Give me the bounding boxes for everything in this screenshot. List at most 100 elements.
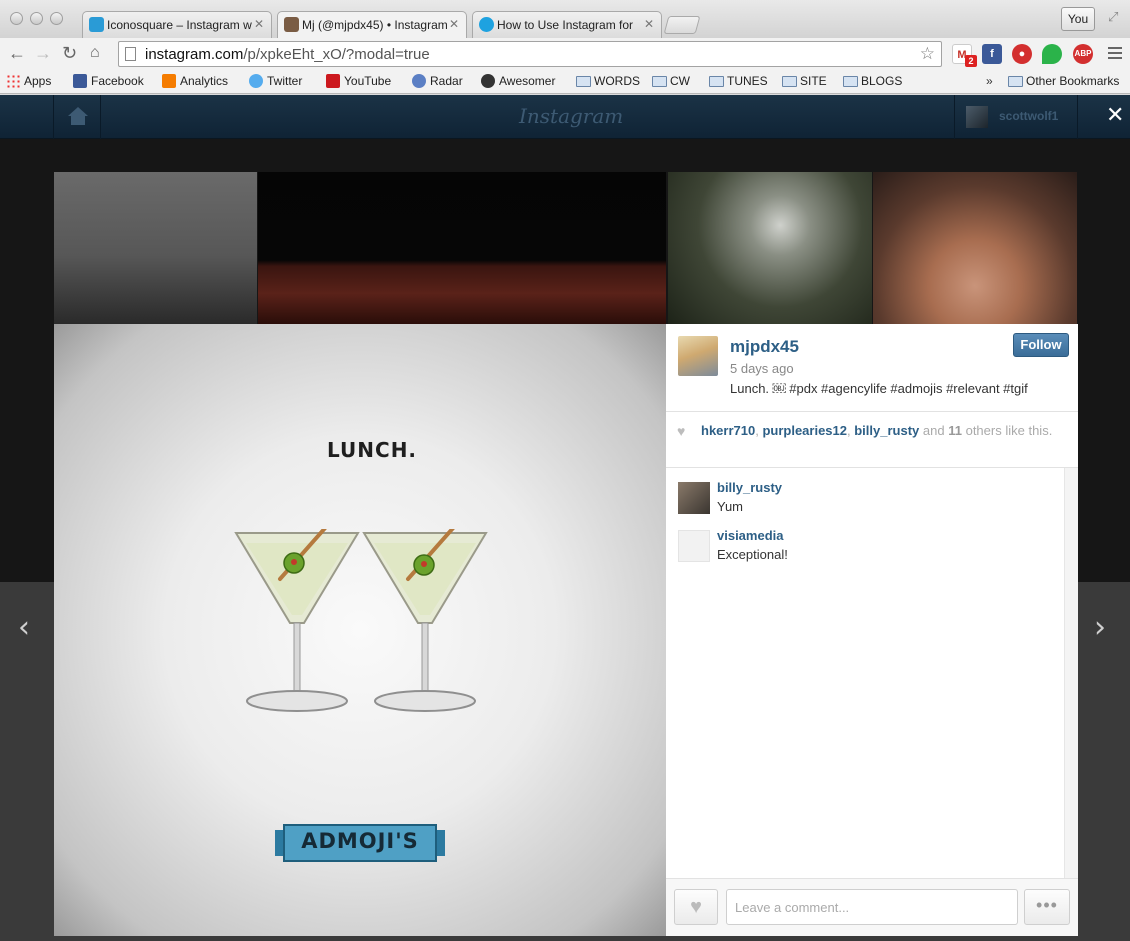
owner-username[interactable]: mjpdx45: [730, 337, 799, 357]
martini-glass-icon: [362, 529, 488, 712]
new-tab-button[interactable]: [663, 16, 701, 34]
bookmark-apps[interactable]: Apps: [6, 74, 51, 88]
window-zoom-button[interactable]: [50, 12, 63, 25]
bookmark-folder-tunes[interactable]: TUNES: [709, 74, 768, 88]
grid-thumb-city[interactable]: [54, 172, 257, 324]
apps-grid-icon: [6, 74, 20, 88]
window-minimize-button[interactable]: [30, 12, 43, 25]
post-info-panel: mjpdx45 5 days ago Lunch. ￼ #pdx #agency…: [666, 324, 1078, 936]
comment-username[interactable]: billy_rusty: [717, 480, 782, 495]
photo-lunch-text: LUNCH.: [327, 438, 418, 462]
tab-close-icon[interactable]: ✕: [644, 17, 654, 31]
facebook-extension-icon[interactable]: f: [982, 44, 1002, 64]
browser-tab-iconosquare[interactable]: Iconosquare – Instagram w ✕: [82, 11, 272, 38]
bookmark-folder-blogs[interactable]: BLOGS: [843, 74, 902, 88]
current-user-avatar: [966, 106, 988, 128]
window-close-button[interactable]: [10, 12, 23, 25]
comment-username[interactable]: visiamedia: [717, 528, 784, 543]
current-user-menu[interactable]: scottwolf1: [954, 95, 1078, 139]
tab-title: Iconosquare – Instagram w: [107, 18, 252, 32]
bookmark-awesomer[interactable]: Awesomer: [481, 74, 555, 88]
commenter-avatar[interactable]: [678, 530, 710, 562]
previous-arrow-icon[interactable]: ‹: [18, 610, 30, 645]
liker-link[interactable]: purplearies12: [762, 423, 847, 438]
instagram-page: Instagram scottwolf1 ✕ ‹ › LUNCH. ADMOJI…: [0, 95, 1130, 941]
awesomer-icon: [481, 74, 495, 88]
bookmark-folder-words[interactable]: WORDS: [576, 74, 640, 88]
liker-link[interactable]: billy_rusty: [854, 423, 919, 438]
like-button[interactable]: ♥: [674, 889, 718, 925]
comments-scrollbar[interactable]: [1064, 468, 1078, 878]
evernote-extension-icon[interactable]: [1042, 44, 1062, 64]
instagram-favicon-icon: [284, 17, 299, 32]
youtube-icon: [326, 74, 340, 88]
gmail-icon[interactable]: M 2: [952, 44, 977, 67]
stop-extension-icon[interactable]: ●: [1012, 44, 1032, 64]
bookmark-twitter[interactable]: Twitter: [249, 74, 302, 88]
bookmark-radar[interactable]: Radar: [412, 74, 463, 88]
next-arrow-icon[interactable]: ›: [1094, 610, 1106, 645]
gmail-badge: 2: [965, 55, 977, 67]
address-bar[interactable]: instagram.com/p/xpkeEht_xO/?modal=true ☆: [118, 41, 942, 67]
instagram-header: Instagram scottwolf1 ✕: [0, 95, 1130, 139]
site-favicon-icon: [479, 17, 494, 32]
tab-title: How to Use Instagram for: [497, 18, 634, 32]
adblock-icon[interactable]: ABP: [1073, 44, 1093, 64]
more-options-button[interactable]: •••: [1024, 889, 1070, 925]
bookmark-star-icon[interactable]: ☆: [920, 44, 935, 64]
folder-icon: [652, 76, 667, 87]
page-icon: [125, 47, 136, 61]
instagram-home-button[interactable]: [53, 95, 101, 139]
back-arrow-icon[interactable]: ←: [8, 44, 26, 62]
bookmarks-overflow-button[interactable]: »: [986, 74, 993, 88]
heart-icon: ♥: [690, 896, 702, 918]
close-modal-icon[interactable]: ✕: [1106, 102, 1124, 128]
liker-link[interactable]: hkerr710: [701, 423, 755, 438]
heart-icon: ♥: [677, 423, 686, 439]
comment-bar: ♥ •••: [666, 878, 1078, 936]
tab-close-icon[interactable]: ✕: [254, 17, 264, 31]
grid-thumb-room[interactable]: [258, 172, 666, 324]
instagram-logo[interactable]: Instagram: [519, 104, 623, 128]
bookmark-analytics[interactable]: Analytics: [162, 74, 228, 88]
post-timestamp[interactable]: 5 days ago: [730, 361, 794, 376]
bookmark-facebook[interactable]: Facebook: [73, 74, 144, 88]
browser-tab-instagram[interactable]: Mj (@mjpdx45) • Instagram ✕: [277, 11, 467, 38]
folder-icon: [576, 76, 591, 87]
browser-tab-how-to[interactable]: How to Use Instagram for ✕: [472, 11, 662, 38]
url-text[interactable]: instagram.com/p/xpkeEht_xO/?modal=true: [145, 46, 430, 63]
facebook-icon: [73, 74, 87, 88]
grid-thumb-waterfall[interactable]: [668, 172, 872, 324]
folder-icon: [782, 76, 797, 87]
comment-item: visiamedia Exceptional!: [678, 528, 1058, 568]
radar-icon: [412, 74, 426, 88]
chrome-menu-icon[interactable]: [1108, 47, 1122, 62]
bookmark-youtube[interactable]: YouTube: [326, 74, 391, 88]
profile-button[interactable]: You: [1061, 7, 1095, 31]
current-user-name: scottwolf1: [999, 109, 1059, 123]
commenter-avatar[interactable]: [678, 482, 710, 514]
banner-text: ADMOJI'S: [301, 829, 419, 853]
fullscreen-icon[interactable]: ⤢: [1108, 9, 1118, 25]
post-photo[interactable]: LUNCH. ADMOJI'S: [54, 324, 666, 936]
folder-icon: [1008, 76, 1023, 87]
comment-text: Exceptional!: [717, 547, 788, 562]
post-caption: Lunch. ￼ #pdx #agencylife #admojis #rele…: [730, 381, 1028, 396]
bookmarks-bar: Apps Facebook Analytics Twitter YouTube …: [0, 70, 1130, 94]
likes-count[interactable]: 11: [948, 423, 962, 438]
bookmark-folder-cw[interactable]: CW: [652, 74, 690, 88]
comment-input[interactable]: [726, 889, 1018, 925]
browser-tab-strip: Iconosquare – Instagram w ✕ Mj (@mjpdx45…: [0, 0, 1130, 38]
browser-toolbar: ← → ↻ ⌂ instagram.com/p/xpkeEht_xO/?moda…: [0, 38, 1130, 70]
follow-button[interactable]: Follow: [1013, 333, 1069, 357]
forward-arrow-icon[interactable]: →: [34, 44, 52, 62]
owner-avatar[interactable]: [678, 336, 718, 376]
reload-icon[interactable]: ↻: [62, 44, 77, 62]
other-bookmarks[interactable]: Other Bookmarks: [1008, 74, 1119, 88]
tab-close-icon[interactable]: ✕: [449, 17, 459, 31]
bookmark-folder-site[interactable]: SITE: [782, 74, 827, 88]
grid-thumb-selfie[interactable]: [873, 172, 1077, 324]
likes-section: ♥ hkerr710, purplearies12, billy_rusty a…: [666, 411, 1078, 468]
admojis-banner: ADMOJI'S: [275, 820, 445, 864]
home-icon[interactable]: ⌂: [90, 44, 100, 62]
